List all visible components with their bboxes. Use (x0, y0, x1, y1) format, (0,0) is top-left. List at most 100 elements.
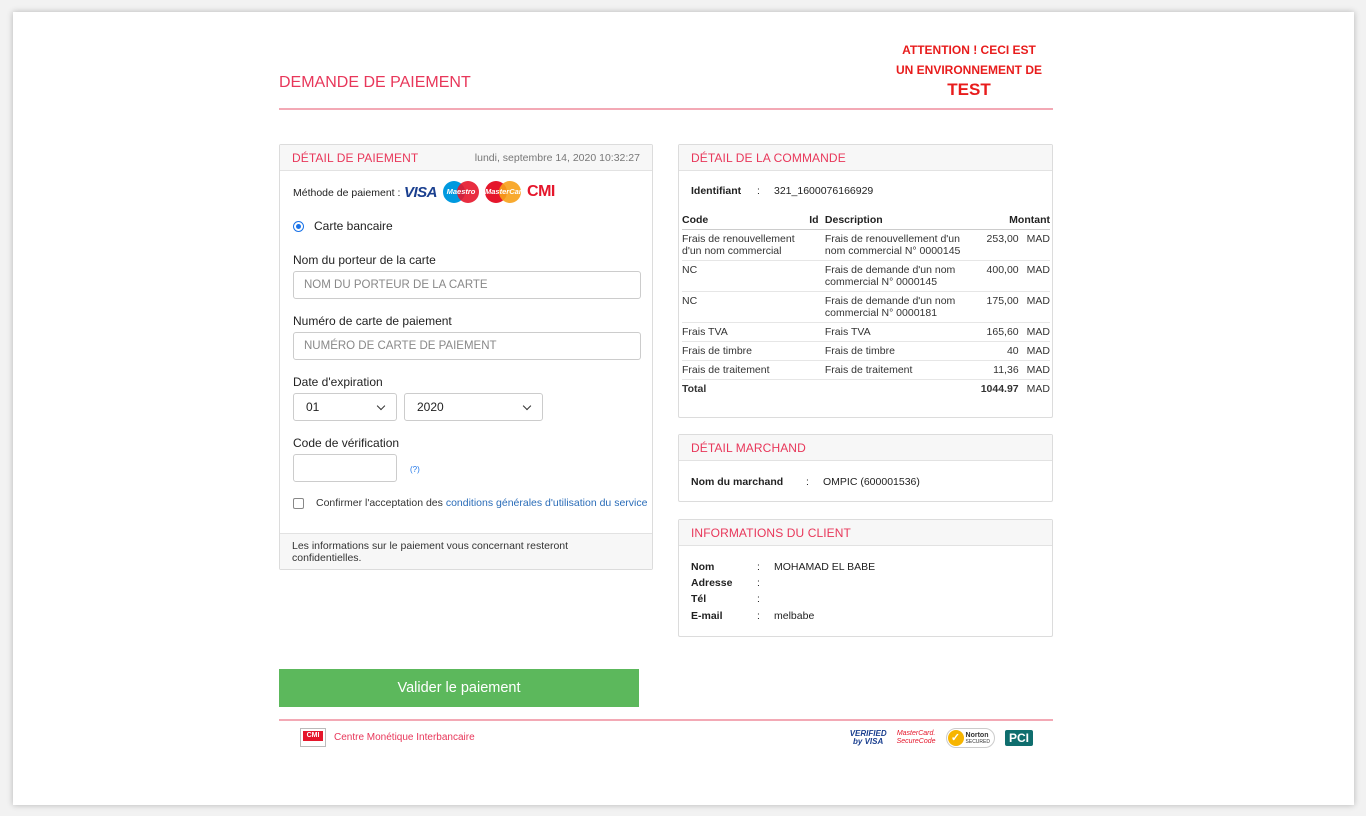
card-number-label: Numéro de carte de paiement (293, 314, 452, 328)
cvv-input[interactable] (293, 454, 397, 482)
holder-name-input[interactable]: NOM DU PORTEUR DE LA CARTE (293, 271, 641, 299)
row-code: NC (682, 291, 810, 323)
row-amount: 40 (980, 341, 1027, 361)
client-separator: : (757, 610, 760, 622)
row-description: Frais de traitement (824, 360, 981, 380)
pci-seal: PCI (1004, 730, 1033, 746)
expiry-label: Date d'expiration (293, 375, 383, 389)
total-value: 1044.97 (980, 383, 1019, 395)
client-separator: : (757, 561, 760, 573)
norton-secured-seal: ✓ Norton SECURED (945, 728, 995, 748)
payment-detail-panel: DÉTAIL DE PAIEMENT lundi, septembre 14, … (279, 144, 653, 570)
cvv-label: Code de vérification (293, 436, 400, 450)
merchant-separator: : (806, 476, 809, 488)
footer-cmi: CMI Centre Monétique Interbancaire (300, 728, 475, 747)
row-description: Frais de demande d'un nom commercial N° … (824, 260, 981, 292)
table-row: Frais de timbre Frais de timbre 40 MAD (682, 341, 1050, 361)
client-phone-label: Tél (691, 593, 707, 605)
row-currency: MAD (1026, 291, 1050, 323)
security-seals: VERIFIED by VISA MasterCard. SecureCode ✓ … (850, 728, 1033, 748)
visa-logo: VISA (404, 183, 438, 201)
page-frame: DEMANDE DE PAIEMENT ATTENTION ! CECI EST… (13, 12, 1354, 805)
card-payment-option[interactable]: Carte bancaire (293, 219, 393, 233)
verified-by-visa-seal: VERIFIED by VISA (849, 729, 887, 746)
client-email-label: E-mail (691, 610, 723, 622)
client-info-panel: INFORMATIONS DU CLIENT Nom : MOHAMAD EL … (678, 519, 1053, 637)
cmi-footer-text: Centre Monétique Interbancaire (334, 732, 475, 743)
warning-line-1: ATTENTION ! CECI EST (902, 43, 1036, 57)
table-row: Frais de renouvellement d'un nom commerc… (682, 229, 1050, 261)
row-code: Frais de traitement (682, 360, 810, 380)
order-detail-panel: DÉTAIL DE LA COMMANDE Identifiant : 321_… (678, 144, 1053, 418)
expiry-month-value: 01 (306, 400, 320, 414)
expiry-year-value: 2020 (417, 400, 444, 414)
terms-checkbox[interactable] (293, 497, 304, 509)
order-id-separator: : (757, 185, 760, 197)
validate-payment-button[interactable]: Valider le paiement (279, 669, 639, 707)
row-amount: 165,60 (980, 322, 1027, 342)
chevron-down-icon (376, 401, 386, 410)
merchant-name-label: Nom du marchand (691, 476, 784, 488)
row-description: Frais de demande d'un nom commercial N° … (824, 291, 981, 323)
client-separator: : (757, 593, 760, 605)
terms-text: Confirmer l'acceptation des conditions g… (316, 497, 647, 509)
row-description: Frais de renouvellement d'un nom commerc… (824, 229, 981, 261)
payment-panel-header: DÉTAIL DE PAIEMENT lundi, septembre 14, … (280, 145, 652, 171)
table-row: NC Frais de demande d'un nom commercial … (682, 260, 1050, 292)
payment-panel-title: DÉTAIL DE PAIEMENT (292, 150, 419, 165)
row-currency: MAD (1026, 322, 1050, 342)
cvv-help-link[interactable]: (?) (410, 465, 420, 474)
row-currency: MAD (1026, 341, 1050, 361)
payment-logos: VISA Maestro MasterCard CMI (404, 181, 555, 203)
client-panel-header: INFORMATIONS DU CLIENT (679, 520, 1052, 546)
terms-prefix: Confirmer l'acceptation des (316, 497, 443, 509)
warning-line-3: TEST (947, 80, 991, 99)
row-amount: 175,00 (980, 291, 1027, 323)
cmi-logo: CMI (527, 183, 555, 200)
terms-link[interactable]: conditions générales d'utilisation du se… (446, 497, 648, 509)
total-currency: MAD (1026, 383, 1050, 395)
mastercard-logo: MasterCard (485, 181, 526, 203)
column-header-id: Id (809, 211, 825, 230)
footer-divider (279, 719, 1053, 721)
merchant-panel-header: DÉTAIL MARCHAND (679, 435, 1052, 461)
row-code: Frais de timbre (682, 341, 810, 361)
row-description: Frais TVA (824, 322, 981, 342)
order-items-table: Code Id Description Montant Frais de ren… (682, 211, 1050, 398)
merchant-name-value: OMPIC (600001536) (823, 476, 920, 488)
client-address-label: Adresse (691, 577, 733, 589)
maestro-logo: Maestro (443, 181, 480, 203)
order-id-label: Identifiant (691, 185, 742, 197)
row-currency: MAD (1026, 229, 1050, 261)
order-id-value: 321_1600076166929 (774, 185, 874, 197)
column-header-description: Description (824, 211, 981, 230)
client-name-label: Nom (691, 561, 715, 573)
card-payment-radio-label: Carte bancaire (314, 219, 393, 233)
checkmark-icon: ✓ (947, 730, 964, 746)
row-code: Frais de renouvellement d'un nom commerc… (682, 229, 810, 261)
total-row: Total 1044.97 MAD (682, 380, 1050, 399)
table-row: Frais TVA Frais TVA 165,60 MAD (682, 322, 1050, 342)
test-environment-warning: ATTENTION ! CECI EST UN ENVIRONNEMENT DE… (889, 40, 1049, 100)
page-header: DEMANDE DE PAIEMENT ATTENTION ! CECI EST… (279, 12, 1053, 110)
row-code: Frais TVA (682, 322, 810, 342)
row-amount: 400,00 (980, 260, 1027, 292)
row-amount: 11,36 (980, 360, 1027, 380)
row-currency: MAD (1026, 260, 1050, 292)
page-content: DEMANDE DE PAIEMENT ATTENTION ! CECI EST… (279, 12, 1053, 805)
card-payment-radio[interactable] (293, 220, 304, 232)
page-title: DEMANDE DE PAIEMENT (279, 74, 471, 91)
order-panel-title: DÉTAIL DE LA COMMANDE (691, 150, 846, 165)
merchant-detail-panel: DÉTAIL MARCHAND Nom du marchand : OMPIC … (678, 434, 1053, 502)
holder-name-label: Nom du porteur de la carte (293, 253, 436, 267)
chevron-down-icon (522, 401, 532, 410)
row-currency: MAD (1026, 360, 1050, 380)
payment-method-label: Méthode de paiement : (293, 187, 401, 199)
merchant-panel-title: DÉTAIL MARCHAND (691, 440, 806, 455)
card-number-input[interactable]: NUMÉRO DE CARTE DE PAIEMENT (293, 332, 641, 360)
expiry-month-select[interactable]: 01 (293, 393, 397, 421)
cmi-footer-logo: CMI (300, 728, 326, 747)
total-label: Total (682, 383, 707, 395)
expiry-year-select[interactable]: 2020 (404, 393, 543, 421)
row-code: NC (682, 260, 810, 292)
